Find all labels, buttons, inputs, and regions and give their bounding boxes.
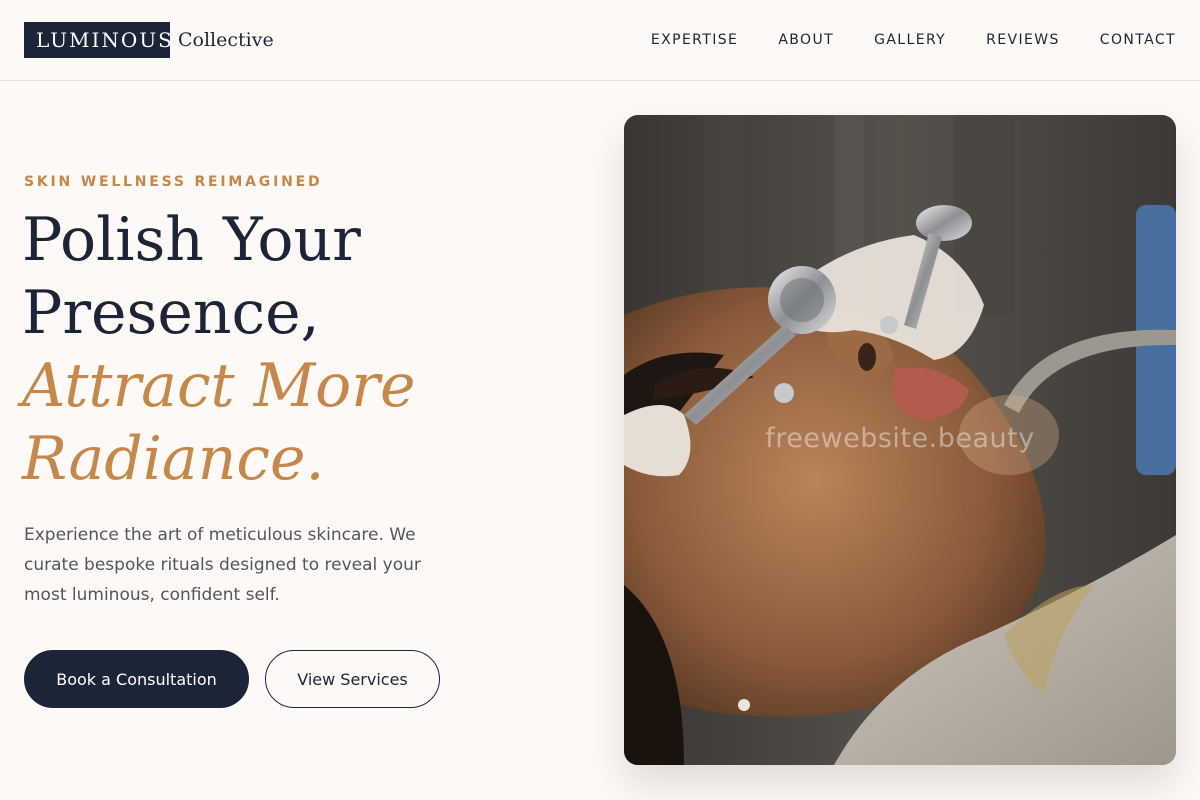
hero-description: Experience the art of meticulous skincar… [24,525,421,605]
nav-item-about[interactable]: ABOUT [778,31,834,49]
view-services-button[interactable]: View Services [265,650,440,708]
logo-wordmark: LUMINOUS [24,22,172,58]
headline-accent-line-1: Attract More [22,351,416,421]
nav-item-contact[interactable]: CONTACT [1100,31,1176,49]
headline-accent-line-2: Radiance. [22,424,325,494]
nav-item-expertise[interactable]: EXPERTISE [651,31,738,49]
nav-item-gallery[interactable]: GALLERY [874,31,946,49]
book-consultation-button[interactable]: Book a Consultation [24,650,249,708]
hero-headline: Polish Your Presence, Attract More Radia… [22,204,542,496]
hero-image: freewebsite.beauty [624,115,1176,765]
site-header: LUMINOUS Collective EXPERTISE ABOUT GALL… [0,0,1200,81]
logo-suffix: Collective [178,29,274,51]
headline-line-2: Presence, [22,278,320,348]
main-nav: EXPERTISE ABOUT GALLERY REVIEWS CONTACT [611,31,1176,49]
headline-line-1: Polish Your [22,205,361,275]
facial-treatment-photo [624,115,1176,765]
nav-item-reviews[interactable]: REVIEWS [986,31,1060,49]
brand-logo[interactable]: LUMINOUS Collective [24,22,274,58]
hero-eyebrow: SKIN WELLNESS REIMAGINED [24,174,323,190]
